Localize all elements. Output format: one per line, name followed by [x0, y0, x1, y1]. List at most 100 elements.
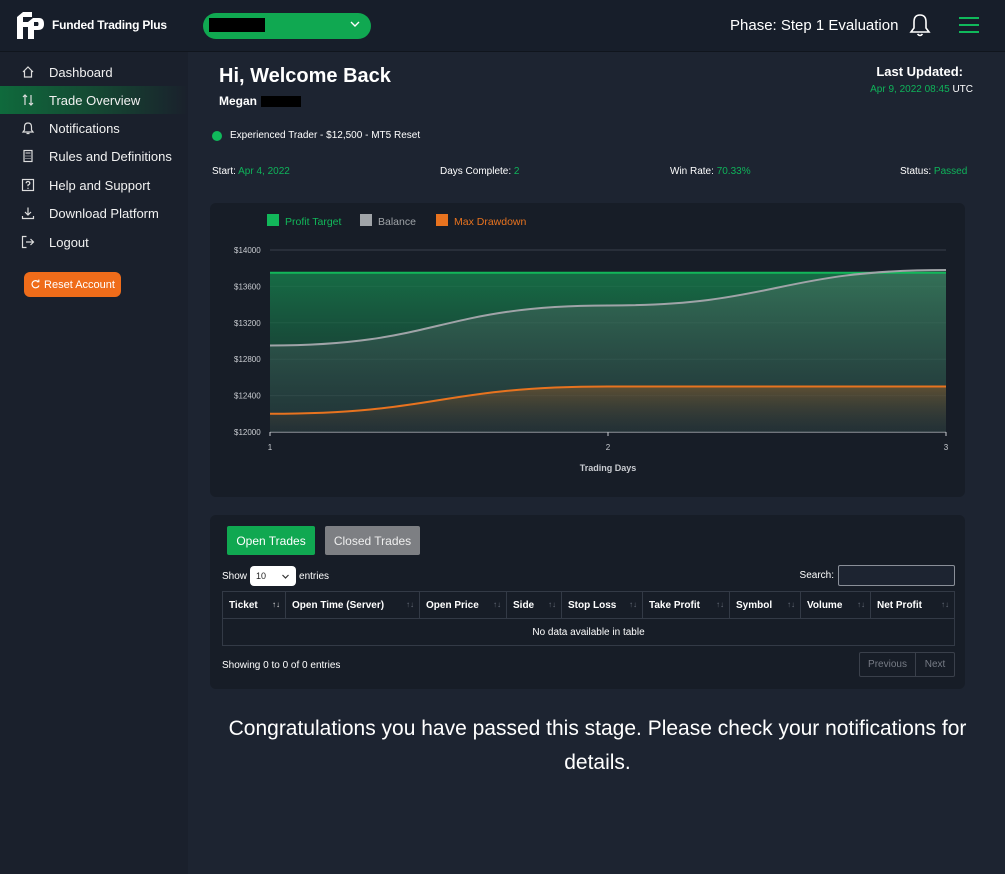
- column-header-net-profit[interactable]: Net Profit ↑↓: [870, 591, 955, 619]
- entries-length-control: Show 10 entries: [222, 566, 329, 586]
- sort-icon: ↑↓: [406, 600, 414, 609]
- legend-label: Max Drawdown: [454, 216, 527, 228]
- empty-table-message: No data available in table: [222, 618, 955, 646]
- sidebar-item-label: Dashboard: [49, 64, 113, 80]
- chart-card: $12000 $12400 $12800 $13200 $13600 $14000 1 2 3 T…: [210, 203, 965, 497]
- balance-chart: $12000 $12400 $12800 $13200 $13600 $14000 1 2 3 T…: [234, 214, 949, 473]
- stat-start: Start: Apr 4, 2022: [212, 166, 290, 177]
- sort-icon: ↑↓: [493, 600, 501, 609]
- sidebar-item-label: Download Platform: [49, 205, 159, 221]
- redacted-account-name: [209, 18, 265, 32]
- reset-account-label: Reset Account: [44, 278, 115, 291]
- sidebar-item-download[interactable]: Download Platform: [0, 199, 188, 227]
- reset-account-button[interactable]: Reset Account: [24, 272, 121, 297]
- last-updated-label: Last Updated:: [876, 64, 963, 79]
- trades-table: Ticket ↑↓ Open Time (Server) ↑↓ Open Price…: [222, 591, 955, 646]
- sort-icon: ↑↓: [629, 600, 637, 609]
- previous-page-button[interactable]: Previous: [859, 652, 916, 677]
- sidebar-item-help[interactable]: Help and Support: [0, 171, 188, 199]
- user-name: Megan: [219, 94, 302, 108]
- column-header-open-price[interactable]: Open Price ↑↓: [419, 591, 507, 619]
- entries-value: 10: [256, 571, 267, 581]
- sort-icon: ↑↓: [787, 600, 795, 609]
- main-content: Hi, Welcome Back Megan Last Updated: Apr…: [188, 52, 1005, 874]
- column-header-volume[interactable]: Volume ↑↓: [800, 591, 871, 619]
- y-tick-label: $13200: [234, 319, 261, 328]
- column-header-take-profit[interactable]: Take Profit ↑↓: [642, 591, 730, 619]
- show-label: Show: [222, 570, 248, 582]
- stat-start-value: Apr 4, 2022: [238, 166, 290, 177]
- column-header-label: Net Profit: [877, 599, 922, 611]
- stat-win-rate: Win Rate: 70.33%: [670, 166, 751, 177]
- sidebar-item-dashboard[interactable]: Dashboard: [0, 58, 188, 86]
- stat-winrate-label: Win Rate:: [670, 166, 714, 177]
- sidebar-item-label: Rules and Definitions: [49, 148, 172, 164]
- phase-label: Phase: Step 1 Evaluation: [730, 17, 899, 34]
- sort-arrows-icon: [22, 94, 34, 106]
- search-label: Search:: [799, 570, 834, 581]
- table-row: No data available in table: [222, 618, 955, 646]
- column-header-label: Open Time (Server): [292, 599, 385, 611]
- column-header-symbol[interactable]: Symbol ↑↓: [729, 591, 801, 619]
- user-first-name: Megan: [219, 94, 258, 108]
- chevron-down-icon: [282, 574, 289, 579]
- y-tick-label: $13600: [234, 282, 261, 291]
- table-info: Showing 0 to 0 of 0 entries: [222, 660, 341, 671]
- column-header-open-time[interactable]: Open Time (Server) ↑↓: [285, 591, 420, 619]
- column-header-side[interactable]: Side ↑↓: [506, 591, 562, 619]
- table-search: Search:: [800, 565, 955, 586]
- stat-status: Status: Passed: [900, 166, 967, 177]
- next-page-button[interactable]: Next: [916, 652, 955, 677]
- column-header-ticket[interactable]: Ticket ↑↓: [222, 591, 286, 619]
- sidebar-item-label: Help and Support: [49, 177, 151, 193]
- column-header-label: Open Price: [426, 599, 479, 611]
- sidebar-item-rules[interactable]: Rules and Definitions: [0, 142, 188, 170]
- stat-winrate-value: 70.33%: [716, 166, 751, 177]
- last-updated-tz: UTC: [952, 84, 973, 95]
- question-icon: [21, 178, 35, 192]
- column-header-stop-loss[interactable]: Stop Loss ↑↓: [561, 591, 643, 619]
- column-header-label: Stop Loss: [568, 599, 617, 611]
- menu-icon[interactable]: [959, 17, 979, 33]
- sidebar-item-logout[interactable]: Logout: [0, 228, 188, 256]
- account-select[interactable]: [203, 13, 371, 39]
- sort-icon: ↑↓: [272, 600, 280, 609]
- sort-icon: ↑↓: [716, 600, 724, 609]
- pagination: Previous Next: [859, 652, 955, 677]
- logo-mark-icon: [17, 12, 44, 39]
- stat-start-label: Start:: [212, 166, 236, 177]
- account-description: Experienced Trader - $12,500 - MT5 Reset: [212, 130, 420, 141]
- entries-label: entries: [299, 570, 330, 582]
- sort-icon: ↑↓: [941, 600, 949, 609]
- app-name: Funded Trading Plus: [52, 18, 167, 32]
- stat-status-label: Status:: [900, 166, 932, 177]
- chevron-down-icon: [350, 21, 360, 27]
- tab-closed-trades[interactable]: Closed Trades: [325, 526, 420, 555]
- logo[interactable]: Funded Trading Plus: [14, 9, 167, 41]
- redacted-last-name: [261, 96, 302, 108]
- legend-swatch: [267, 214, 279, 226]
- calculator-icon: [23, 149, 33, 163]
- x-tick-label: 2: [606, 443, 611, 452]
- account-description-text: Experienced Trader - $12,500 - MT5 Reset: [230, 130, 421, 141]
- column-header-label: Take Profit: [649, 599, 700, 611]
- tab-open-trades[interactable]: Open Trades: [227, 526, 315, 555]
- last-updated-value: Apr 9, 2022 08:45 UTC: [870, 84, 973, 95]
- legend-swatch: [360, 214, 372, 226]
- sidebar-item-trade-overview[interactable]: Trade Overview: [0, 86, 188, 114]
- column-header-label: Ticket: [229, 599, 258, 611]
- bell-icon[interactable]: [908, 12, 932, 38]
- sidebar-item-label: Logout: [49, 234, 89, 250]
- bell-icon: [21, 122, 35, 135]
- table-header-row: Ticket ↑↓ Open Time (Server) ↑↓ Open Price…: [222, 591, 955, 619]
- entries-select[interactable]: 10: [250, 566, 297, 586]
- search-input[interactable]: [838, 565, 955, 586]
- download-icon: [21, 207, 35, 220]
- sidebar: Dashboard Trade Overview Notifications R…: [0, 52, 188, 874]
- trades-card: Open Trades Closed Trades Show 10 entrie…: [210, 515, 965, 689]
- stat-days-complete: Days Complete: 2: [440, 166, 519, 177]
- status-dot: [212, 130, 222, 141]
- sidebar-item-notifications[interactable]: Notifications: [0, 114, 188, 142]
- sidebar-item-label: Notifications: [49, 120, 120, 136]
- logout-icon: [21, 235, 35, 249]
